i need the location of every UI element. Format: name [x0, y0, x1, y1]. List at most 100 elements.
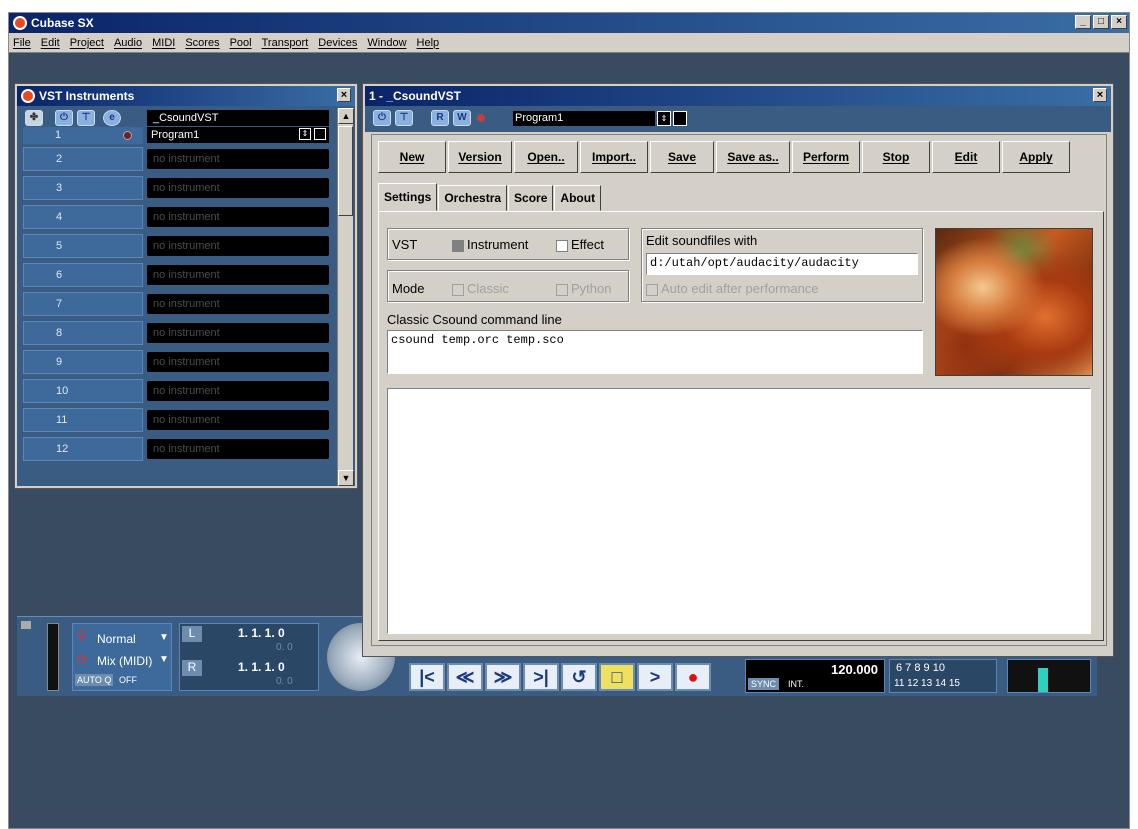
- stop-button[interactable]: □: [599, 663, 635, 691]
- effect-option[interactable]: Effect: [556, 237, 604, 252]
- sync-button[interactable]: SYNC: [748, 678, 780, 690]
- auto-edit-option[interactable]: Auto edit after performance: [646, 281, 819, 296]
- slot-instrument[interactable]: no instrument: [147, 409, 329, 430]
- mix-select[interactable]: Mix (MIDI): [97, 654, 152, 668]
- slot-instrument[interactable]: no instrument: [147, 177, 329, 198]
- menu-devices[interactable]: Devices: [318, 37, 357, 49]
- save-preset-icon[interactable]: [673, 111, 687, 126]
- left-locator-label[interactable]: L: [182, 626, 202, 642]
- maximize-button[interactable]: □: [1093, 15, 1109, 29]
- slot-instrument[interactable]: no instrument: [147, 293, 329, 314]
- right-locator-value[interactable]: 1. 1. 1. 0: [238, 660, 285, 674]
- markers-bottom[interactable]: 11 12 13 14 15: [894, 678, 960, 689]
- bypass-icon[interactable]: ⊤: [77, 110, 95, 126]
- vst-slot-6[interactable]: 6 no instrument: [23, 260, 333, 289]
- open-button[interactable]: Open..: [514, 141, 578, 173]
- soundfile-editor-input[interactable]: d:/utah/opt/audacity/audacity: [646, 253, 918, 275]
- stop-button[interactable]: Stop: [862, 141, 930, 173]
- vst-slot-5[interactable]: 5 no instrument: [23, 231, 333, 260]
- instrument-name[interactable]: _CsoundVST: [147, 110, 329, 126]
- output-text-area[interactable]: [387, 388, 1091, 634]
- chevron-down-icon[interactable]: ▼: [159, 654, 169, 665]
- csound-close-button[interactable]: ×: [1093, 88, 1107, 102]
- edit-button[interactable]: Edit: [932, 141, 1000, 173]
- menu-pool[interactable]: Pool: [230, 37, 252, 49]
- vst-slot-11[interactable]: 11 no instrument: [23, 405, 333, 434]
- vst-scrollbar[interactable]: ▲ ▼: [337, 108, 354, 486]
- menu-edit[interactable]: Edit: [41, 37, 60, 49]
- markers-top[interactable]: 6 7 8 9 10: [896, 662, 945, 674]
- program-select[interactable]: Program1 ⇕: [147, 127, 329, 143]
- new-button[interactable]: New: [378, 141, 446, 173]
- edit-instrument-icon[interactable]: ✤: [25, 110, 43, 126]
- menu-project[interactable]: Project: [70, 37, 104, 49]
- mode-select[interactable]: Normal: [97, 632, 136, 646]
- updown-icon[interactable]: ⇕: [657, 111, 671, 126]
- menu-scores[interactable]: Scores: [185, 37, 219, 49]
- menu-audio[interactable]: Audio: [114, 37, 142, 49]
- bypass-icon[interactable]: ⊤: [395, 110, 413, 126]
- apply-button[interactable]: Apply: [1002, 141, 1070, 173]
- scroll-thumb[interactable]: [338, 126, 353, 216]
- version-button[interactable]: Version: [448, 141, 512, 173]
- vst-slot-4[interactable]: 4 no instrument: [23, 202, 333, 231]
- save-as-button[interactable]: Save as..: [716, 141, 790, 173]
- slot-instrument[interactable]: no instrument: [147, 351, 329, 372]
- perform-button[interactable]: Perform: [792, 141, 860, 173]
- cycle-button[interactable]: ↺: [561, 663, 597, 691]
- slot-instrument[interactable]: no instrument: [147, 264, 329, 285]
- write-automation-button[interactable]: W: [453, 110, 471, 126]
- vst-slot-7[interactable]: 7 no instrument: [23, 289, 333, 318]
- save-button[interactable]: Save: [650, 141, 714, 173]
- go-to-start-button[interactable]: |<: [409, 663, 445, 691]
- power-icon[interactable]: ⏻: [373, 110, 391, 126]
- edit-e-button[interactable]: e: [103, 110, 121, 126]
- tab-about[interactable]: About: [554, 185, 602, 211]
- autoq-button[interactable]: AUTO Q: [75, 674, 114, 686]
- left-locator-value[interactable]: 1. 1. 1. 0: [238, 626, 285, 640]
- read-automation-button[interactable]: R: [431, 110, 449, 126]
- chevron-down-icon[interactable]: ▼: [159, 632, 169, 643]
- auto-edit-checkbox[interactable]: [646, 283, 658, 296]
- program-select[interactable]: Program1: [513, 111, 655, 126]
- slot-instrument[interactable]: no instrument: [147, 438, 329, 459]
- minimize-button[interactable]: _: [1075, 15, 1091, 29]
- panel-menu-icon[interactable]: [21, 621, 31, 629]
- python-option[interactable]: Python: [556, 281, 611, 296]
- scroll-down-icon[interactable]: ▼: [338, 470, 354, 486]
- record-button[interactable]: ●: [675, 663, 711, 691]
- vst-slot-1[interactable]: ✤ ⏻ ⊤ e 1 _CsoundVST Program1 ⇕: [23, 108, 333, 144]
- vst-slot-10[interactable]: 10 no instrument: [23, 376, 333, 405]
- save-preset-icon[interactable]: [314, 128, 326, 140]
- menu-help[interactable]: Help: [417, 37, 440, 49]
- menu-file[interactable]: File: [13, 37, 31, 49]
- rewind-button[interactable]: ≪: [447, 663, 483, 691]
- slot-instrument[interactable]: no instrument: [147, 206, 329, 227]
- classic-checkbox[interactable]: [452, 283, 464, 296]
- tab-score[interactable]: Score: [508, 185, 554, 211]
- vst-slot-3[interactable]: 3 no instrument: [23, 173, 333, 202]
- menu-midi[interactable]: MIDI: [152, 37, 175, 49]
- slot-instrument[interactable]: no instrument: [147, 380, 329, 401]
- slot-instrument[interactable]: no instrument: [147, 235, 329, 256]
- updown-icon[interactable]: ⇕: [299, 128, 311, 140]
- vst-close-button[interactable]: ×: [337, 88, 351, 102]
- play-button[interactable]: >: [637, 663, 673, 691]
- tab-orchestra[interactable]: Orchestra: [438, 185, 508, 211]
- tab-settings[interactable]: Settings: [378, 183, 438, 211]
- slot-instrument[interactable]: no instrument: [147, 322, 329, 343]
- power-icon[interactable]: ⏻: [55, 110, 73, 126]
- instrument-option[interactable]: Instrument: [452, 237, 528, 252]
- vst-slot-2[interactable]: 2 no instrument: [23, 144, 333, 173]
- close-button[interactable]: ×: [1111, 15, 1127, 29]
- scroll-up-icon[interactable]: ▲: [338, 108, 354, 124]
- command-line-input[interactable]: csound temp.orc temp.sco: [387, 330, 923, 374]
- instrument-checkbox[interactable]: [452, 239, 464, 252]
- python-checkbox[interactable]: [556, 283, 568, 296]
- effect-checkbox[interactable]: [556, 239, 568, 252]
- vst-slot-9[interactable]: 9 no instrument: [23, 347, 333, 376]
- menu-transport[interactable]: Transport: [262, 37, 309, 49]
- right-locator-label[interactable]: R: [182, 660, 202, 676]
- slot-instrument[interactable]: no instrument: [147, 148, 329, 169]
- menu-window[interactable]: Window: [367, 37, 406, 49]
